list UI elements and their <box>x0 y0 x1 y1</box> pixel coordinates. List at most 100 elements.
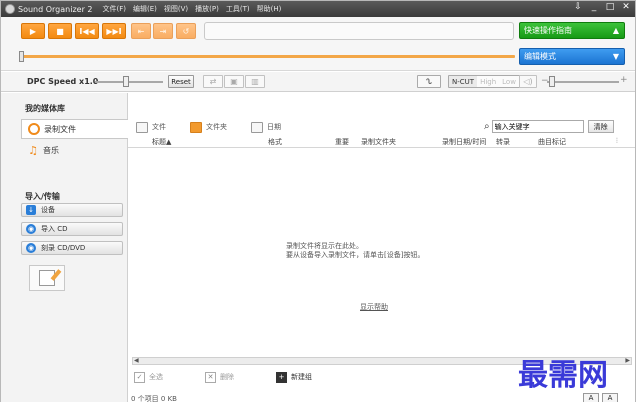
menu-help[interactable]: 帮助(H) <box>257 4 282 14</box>
dpc-speed-label: DPC Speed x1.0 <box>27 77 98 86</box>
notes-button[interactable] <box>29 265 65 291</box>
menu-tools[interactable]: 工具(T) <box>226 4 250 14</box>
volume-slider[interactable] <box>547 81 619 83</box>
column-format[interactable]: 格式 <box>268 137 282 147</box>
tab-folders[interactable]: 文件夹 <box>184 121 227 133</box>
menu-file[interactable]: 文件(F) <box>103 4 127 14</box>
checkbox-icon: ✓ <box>134 371 145 383</box>
clear-button[interactable]: 清除 <box>587 120 614 133</box>
voice-wave-icon: ᔐ <box>426 77 432 86</box>
search-area: ⌕ 清除 <box>484 120 614 133</box>
combine-icon: ▥ <box>251 77 259 86</box>
quick-guide-button[interactable]: 快速操作指南 ▲ <box>519 22 625 39</box>
repeat-button[interactable]: ↺ <box>176 23 196 39</box>
noise-cut-toggle[interactable]: N-CUT High Low <box>448 75 520 88</box>
folder-icon <box>190 121 202 133</box>
close-icon[interactable]: ✕ <box>621 2 631 12</box>
recording-icon <box>28 123 40 135</box>
triangle-up-icon: ▲ <box>612 26 619 35</box>
triangle-down-icon: ▼ <box>612 52 619 61</box>
table-header: 标题▲ 格式 重要 录制文件夹 录制日期/时间 转录 曲目标记 ⫶ <box>128 137 635 148</box>
restore-icon[interactable]: ⇩ <box>573 2 583 12</box>
maximize-icon[interactable]: □ <box>605 2 615 12</box>
help-link[interactable]: 显示帮助 <box>360 302 388 312</box>
ncut-label[interactable]: N-CUT <box>449 76 478 87</box>
empty-message-line2: 要从设备导入录制文件，请单击[设备]按钮。 <box>286 251 425 259</box>
combine-button[interactable]: ▥ <box>245 75 265 88</box>
dpc-speed-text: DPC Speed <box>27 77 77 86</box>
empty-message-line1: 录制文件将显示在此处。 <box>286 242 363 250</box>
column-transcribe[interactable]: 转录 <box>496 137 510 147</box>
device-icon: ↓ <box>26 205 36 215</box>
dpc-speed-thumb[interactable] <box>123 76 129 87</box>
volume-thumb[interactable] <box>549 76 555 87</box>
tab-label: 日期 <box>267 123 281 131</box>
seek-bar[interactable] <box>21 55 515 58</box>
font-smaller-button[interactable]: A <box>583 393 599 402</box>
burn-cd-button[interactable]: ◉ 刻录 CD/DVD <box>21 241 123 255</box>
import-cd-button[interactable]: ◉ 导入 CD <box>21 222 123 236</box>
empty-message: 录制文件将显示在此处。 要从设备导入录制文件，请单击[设备]按钮。 <box>286 242 424 260</box>
next-button[interactable]: ▶▶I <box>102 23 126 39</box>
mode-select[interactable]: 编辑模式 ▼ <box>519 48 625 65</box>
ncut-low[interactable]: Low <box>499 76 519 87</box>
trim-button[interactable]: ▣ <box>224 75 244 88</box>
sidebar-item-label: 音乐 <box>43 145 59 155</box>
sidebar-item-recordings[interactable]: 录制文件 <box>21 119 128 139</box>
reset-button[interactable]: Reset <box>168 75 194 88</box>
notes-icon <box>39 269 62 286</box>
sidebar: 我的媒体库 录制文件 ♫ 音乐 导入/传输 ↓ 设备 ◉ 导入 CD ◉ 刻录 … <box>1 93 128 402</box>
mute-button[interactable]: ◁) <box>519 75 537 88</box>
watermark: 最需网 <box>518 358 608 393</box>
play-button[interactable]: ▶ <box>21 23 45 39</box>
select-all-button[interactable]: ✓ 全选 <box>134 371 163 383</box>
voice-up-button[interactable]: ᔐ <box>417 75 441 88</box>
sidebar-item-music[interactable]: ♫ 音乐 <box>21 140 128 160</box>
app-logo-icon <box>5 4 15 14</box>
ncut-high[interactable]: High <box>477 76 500 87</box>
scroll-right-icon[interactable]: ▶ <box>625 357 630 364</box>
font-larger-button[interactable]: A <box>602 393 618 402</box>
seek-handle[interactable] <box>19 51 24 62</box>
delete-button[interactable]: ✕ 删除 <box>205 371 234 383</box>
split-button[interactable]: ⇄ <box>203 75 223 88</box>
cd-import-icon: ◉ <box>26 224 36 234</box>
calendar-icon <box>251 121 263 133</box>
library-title: 我的媒体库 <box>25 104 65 113</box>
previous-icon: I◀◀ <box>79 26 95 36</box>
volume-plus-icon: + <box>620 75 628 85</box>
menu-bar: 文件(F) 编辑(E) 视图(V) 播放(P) 工具(T) 帮助(H) <box>103 4 282 14</box>
column-track-marks[interactable]: 曲目标记 <box>538 137 566 147</box>
search-icon: ⌕ <box>484 121 490 132</box>
dpc-speed-slider[interactable] <box>95 81 163 83</box>
column-datetime[interactable]: 录制日期/时间 <box>442 137 486 147</box>
transport-panel: ▶ ■ I◀◀ ▶▶I ⇤ ⇥ ↺ 快速操作指南 ▲ 编辑模式 ▼ <box>1 17 635 71</box>
mark-in-button[interactable]: ⇤ <box>131 23 151 39</box>
stop-button[interactable]: ■ <box>48 23 72 39</box>
column-important[interactable]: 重要 <box>335 137 349 147</box>
tab-label: 文件夹 <box>206 123 227 131</box>
quick-guide-label: 快速操作指南 <box>524 26 572 35</box>
mark-out-button[interactable]: ⇥ <box>153 23 173 39</box>
new-group-button[interactable]: + 新建组 <box>276 371 312 383</box>
menu-view[interactable]: 视图(V) <box>164 4 188 14</box>
play-icon: ▶ <box>29 26 37 36</box>
mark-out-icon: ⇥ <box>159 26 167 36</box>
minimize-icon[interactable]: _ <box>589 2 599 12</box>
column-title[interactable]: 标题▲ <box>152 137 171 147</box>
transfer-title: 导入/传输 <box>25 192 60 201</box>
column-folder[interactable]: 录制文件夹 <box>361 137 396 147</box>
mark-in-icon: ⇤ <box>137 26 145 36</box>
search-input[interactable] <box>491 120 584 133</box>
device-button[interactable]: ↓ 设备 <box>21 203 123 217</box>
scroll-left-icon[interactable]: ◀ <box>134 357 139 364</box>
menu-play[interactable]: 播放(P) <box>195 4 219 14</box>
tab-files[interactable]: 文件 <box>130 121 166 133</box>
menu-edit[interactable]: 编辑(E) <box>133 4 157 14</box>
tab-date[interactable]: 日期 <box>245 121 281 133</box>
status-count: 0 个项目 0 KB <box>131 395 177 402</box>
column-more[interactable]: ⫶ <box>616 137 618 146</box>
burn-cd-label: 刻录 CD/DVD <box>41 244 86 252</box>
new-folder-icon: + <box>276 371 287 383</box>
previous-button[interactable]: I◀◀ <box>75 23 99 39</box>
